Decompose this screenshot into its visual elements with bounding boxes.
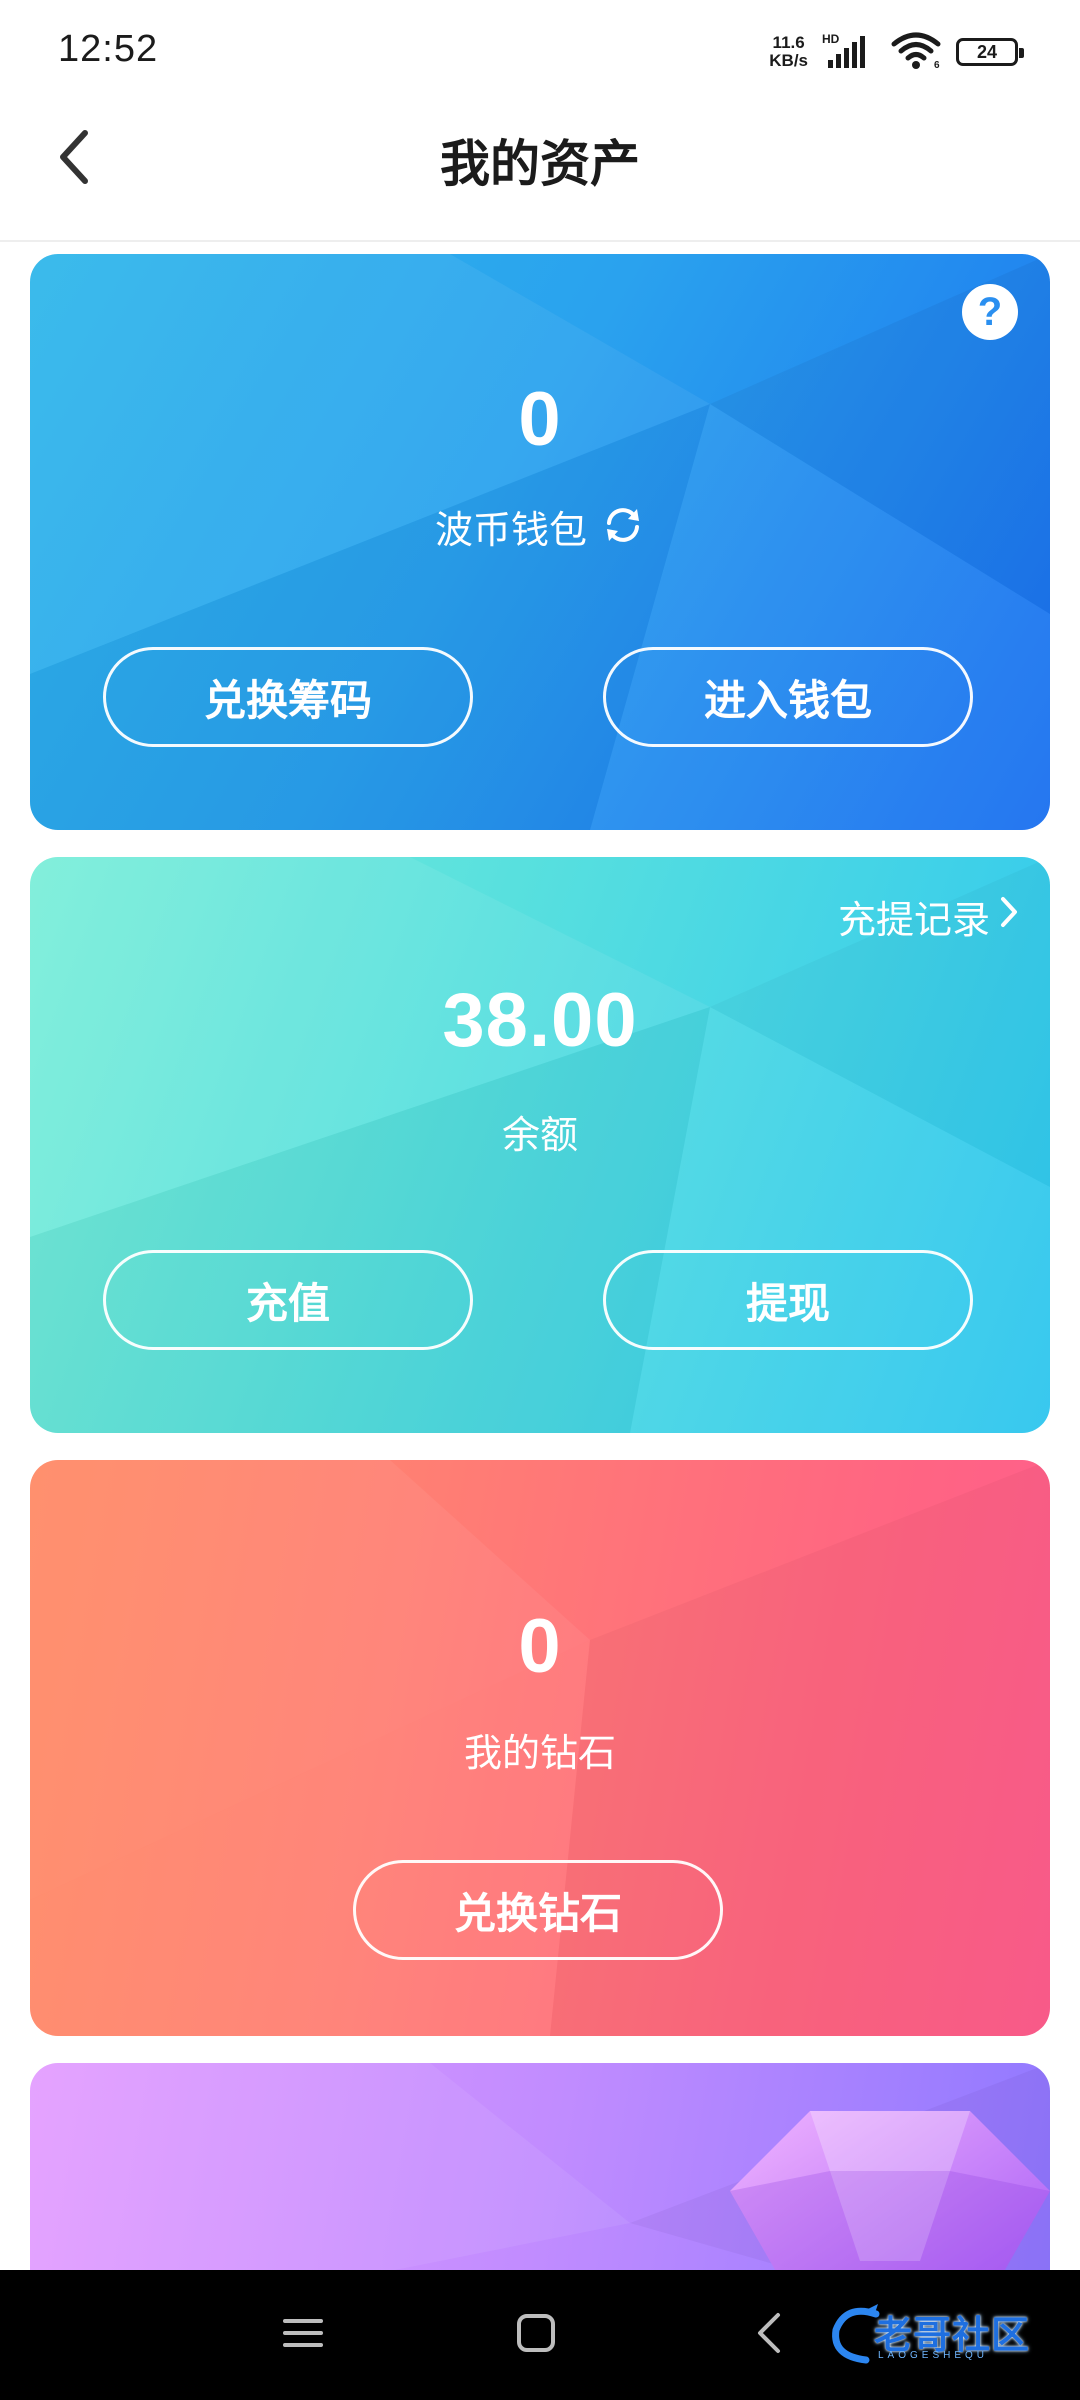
back-icon [750,2311,790,2359]
system-navigation-bar: 老哥社区 LAOGESHEQU [0,2270,1080,2400]
withdraw-button[interactable]: 提现 [603,1250,973,1350]
refresh-icon[interactable] [601,503,645,551]
recharge-withdraw-records-link[interactable]: 充提记录 [838,889,1020,944]
svg-text:6: 6 [934,60,940,70]
network-speed: 11.6 KB/s [769,34,808,70]
signal-icon: HD [822,32,876,72]
enter-wallet-button[interactable]: 进入钱包 [603,647,973,747]
network-speed-unit: KB/s [769,51,808,70]
battery-icon: 24 [956,38,1024,66]
diamond-card: 0 我的钻石 兑换钻石 [30,1460,1050,2036]
wifi-icon: 6 [890,30,942,74]
diamond-count-value: 0 [518,1604,562,1689]
exchange-chips-button[interactable]: 兑换筹码 [103,647,473,747]
bocoin-wallet-label: 波币钱包 [434,508,587,552]
network-type-label: HD [822,32,840,46]
balance-value: 38.00 [442,978,638,1063]
status-time: 12:52 [58,28,159,70]
bocoin-balance-value: 0 [518,377,562,462]
bocoin-wallet-card: ? 0 波币钱包 兑换筹码 进入钱包 [30,254,1050,830]
exchange-diamonds-button[interactable]: 兑换钻石 [353,1860,723,1960]
home-button[interactable] [506,2305,566,2365]
balance-card: 充提记录 38.00 余额 充值 提现 [30,857,1050,1433]
status-indicators: 11.6 KB/s HD 6 24 [769,30,1024,74]
watermark-logo: 老哥社区 LAOGESHEQU [826,2300,1066,2370]
app-header: 我的资产 [0,100,1080,242]
status-bar: 12:52 11.6 KB/s HD 6 24 [0,0,1080,100]
battery-level: 24 [976,41,998,62]
records-link-label: 充提记录 [837,898,990,942]
home-icon [514,2311,558,2359]
network-speed-value: 11.6 [772,33,805,52]
recharge-button[interactable]: 充值 [103,1250,473,1350]
my-diamonds-label: 我的钻石 [463,1731,616,1775]
watermark-subtext: LAOGESHEQU [878,2350,989,2361]
help-button[interactable]: ? [962,284,1018,340]
chevron-right-icon [998,894,1020,939]
menu-button[interactable] [273,2305,333,2365]
nav-back-button[interactable] [740,2305,800,2365]
balance-label: 余额 [501,1113,578,1157]
menu-icon [281,2313,325,2357]
page-title: 我的资产 [440,135,640,193]
